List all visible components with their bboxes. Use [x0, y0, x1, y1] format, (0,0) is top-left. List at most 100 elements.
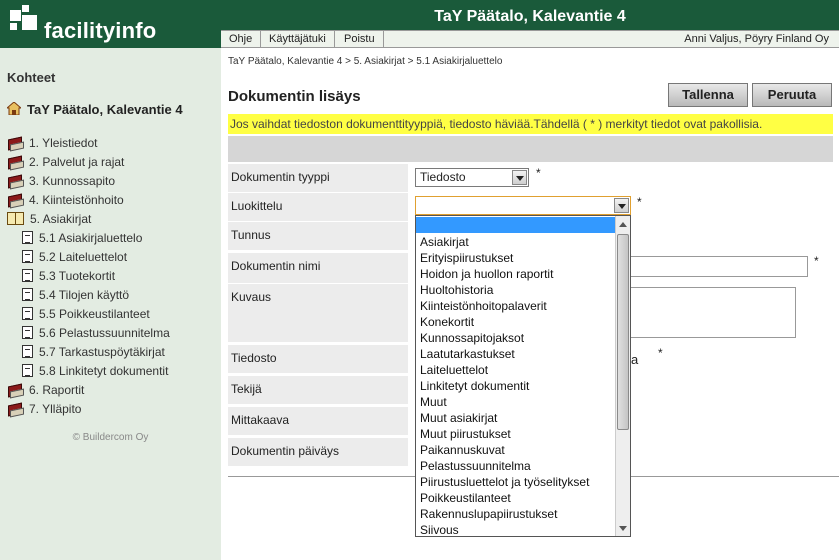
- logo-square-icon: [22, 5, 29, 12]
- dropdown-option[interactable]: Muut asiakirjat: [416, 410, 616, 426]
- sidebar-item-tarkastuspoytakirjat[interactable]: 5.7 Tarkastuspöytäkirjat: [22, 343, 165, 362]
- sidebar-item-poikkeustilanteet[interactable]: 5.5 Poikkeustilanteet: [22, 305, 150, 324]
- menu-support[interactable]: Käyttäjätuki: [261, 31, 335, 48]
- sidebar-item-yllapito[interactable]: 7. Ylläpito: [7, 400, 81, 419]
- sidebar-item-asiakirjaluettelo[interactable]: 5.1 Asiakirjaluettelo: [22, 229, 142, 248]
- dropdown-option-empty[interactable]: [416, 217, 616, 233]
- dropdown-option[interactable]: Piirustusluettelot ja työselitykset: [416, 474, 616, 490]
- sidebar-item-label: 5.3 Tuotekortit: [39, 269, 116, 283]
- dropdown-option[interactable]: Kiinteistönhoitopalaverit: [416, 298, 616, 314]
- dropdown-option[interactable]: Huoltohistoria: [416, 282, 616, 298]
- dropdown-scrollbar[interactable]: [615, 216, 630, 536]
- book-icon: [7, 155, 23, 168]
- dropdown-option[interactable]: Muut: [416, 394, 616, 410]
- breadcrumb: TaY Päätalo, Kalevantie 4 > 5. Asiakirja…: [228, 56, 503, 67]
- brand-name: facilityinfo: [44, 18, 157, 43]
- site-title: TaY Päätalo, Kalevantie 4: [221, 0, 839, 30]
- sidebar-item-label: 5.5 Poikkeustilanteet: [39, 307, 150, 321]
- dropdown-option[interactable]: Paikannuskuvat: [416, 442, 616, 458]
- book-icon: [7, 136, 23, 149]
- document-icon: [22, 307, 33, 320]
- sidebar-item-label: 5.8 Linkitetyt dokumentit: [39, 364, 169, 378]
- dropdown-option[interactable]: Erityispiirustukset: [416, 250, 616, 266]
- sidebar-heading: Kohteet: [7, 70, 56, 85]
- top-menu: Ohje Käyttäjätuki Poistu Anni Valjus, Pö…: [221, 30, 839, 48]
- sidebar-item-linkitetyt[interactable]: 5.8 Linkitetyt dokumentit: [22, 362, 168, 381]
- scroll-up-arrow-icon[interactable]: [619, 222, 627, 227]
- save-button[interactable]: Tallenna: [668, 83, 748, 107]
- required-mark: *: [536, 166, 541, 180]
- file-input-suffix: a: [631, 352, 639, 367]
- warning-message: Jos vaihdat tiedoston dokumenttityyppiä,…: [228, 114, 833, 134]
- dropdown-option[interactable]: Laiteluettelot: [416, 362, 616, 378]
- sidebar-item-label: 5.7 Tarkastuspöytäkirjat: [39, 345, 165, 359]
- name-label: Dokumentin nimi: [228, 253, 408, 283]
- sidebar-item-label: 5.1 Asiakirjaluettelo: [39, 231, 143, 245]
- facilityinfo-logo[interactable]: facilityinfo: [0, 0, 221, 48]
- sidebar-item-asiakirjat[interactable]: 5. Asiakirjat: [7, 210, 91, 229]
- document-icon: [22, 345, 33, 358]
- dropdown-option[interactable]: Poikkeustilanteet: [416, 490, 616, 506]
- header: facilityinfo TaY Päätalo, Kalevantie 4 O…: [0, 0, 839, 48]
- classification-dropdown-list[interactable]: Asiakirjat Erityispiirustukset Hoidon ja…: [415, 215, 631, 537]
- page-title: Dokumentin lisäys: [228, 88, 361, 105]
- form-header-bar: [228, 136, 833, 162]
- sidebar-item-tuotekortit[interactable]: 5.3 Tuotekortit: [22, 267, 115, 286]
- dropdown-option[interactable]: Rakennuslupapiirustukset: [416, 506, 616, 522]
- sidebar-item-palvelut[interactable]: 2. Palvelut ja rajat: [7, 153, 124, 172]
- open-book-icon: [7, 212, 24, 225]
- chevron-down-icon[interactable]: [614, 198, 629, 213]
- house-icon: [5, 101, 23, 116]
- sidebar-item-label: 4. Kiinteistönhoito: [29, 193, 124, 207]
- logo-square-icon: [22, 15, 37, 30]
- scroll-thumb[interactable]: [617, 234, 629, 430]
- user-info: Anni Valjus, Pöyry Finland Oy: [684, 33, 829, 45]
- type-label: Dokumentin tyyppi: [228, 164, 408, 192]
- chevron-down-icon[interactable]: [512, 170, 527, 185]
- sidebar-item-label: 2. Palvelut ja rajat: [29, 155, 125, 169]
- dropdown-option[interactable]: Konekortit: [416, 314, 616, 330]
- dropdown-option[interactable]: Linkitetyt dokumentit: [416, 378, 616, 394]
- file-label: Tiedosto: [228, 345, 408, 373]
- sidebar: Kohteet TaY Päätalo, Kalevantie 4 1. Yle…: [0, 48, 221, 560]
- document-type-select[interactable]: Tiedosto: [415, 168, 529, 187]
- document-icon: [22, 250, 33, 263]
- author-label: Tekijä: [228, 376, 408, 404]
- sidebar-item-label: 5.2 Laiteluettelot: [39, 250, 128, 264]
- dropdown-option[interactable]: Muut piirustukset: [416, 426, 616, 442]
- sidebar-item-tilojen-kaytto[interactable]: 5.4 Tilojen käyttö: [22, 286, 129, 305]
- menu-help[interactable]: Ohje: [221, 31, 262, 48]
- sidebar-item-label: 7. Ylläpito: [29, 402, 82, 416]
- copyright: © Buildercom Oy: [72, 432, 149, 443]
- book-icon: [7, 402, 23, 415]
- document-icon: [22, 326, 33, 339]
- class-label: Luokittelu: [228, 193, 408, 221]
- sidebar-item-kunnossapito[interactable]: 3. Kunnossapito: [7, 172, 115, 191]
- classification-select[interactable]: [415, 196, 631, 215]
- sidebar-item-kiinteistonhoito[interactable]: 4. Kiinteistönhoito: [7, 191, 124, 210]
- sidebar-site-link[interactable]: TaY Päätalo, Kalevantie 4: [5, 101, 183, 117]
- sidebar-item-label: 5.4 Tilojen käyttö: [39, 288, 130, 302]
- sidebar-item-yleistiedot[interactable]: 1. Yleistiedot: [7, 134, 98, 153]
- dropdown-option[interactable]: Asiakirjat: [416, 234, 616, 250]
- sidebar-item-laiteluettelot[interactable]: 5.2 Laiteluettelot: [22, 248, 127, 267]
- document-icon: [22, 231, 33, 244]
- sidebar-item-pelastussuunnitelma[interactable]: 5.6 Pelastussuunnitelma: [22, 324, 170, 343]
- dropdown-option[interactable]: Siivous: [416, 522, 616, 536]
- dropdown-option[interactable]: Pelastussuunnitelma: [416, 458, 616, 474]
- dropdown-option[interactable]: Laatutarkastukset: [416, 346, 616, 362]
- sidebar-site-label: TaY Päätalo, Kalevantie 4: [27, 102, 183, 117]
- sidebar-item-label: 3. Kunnossapito: [29, 174, 116, 188]
- sidebar-item-raportit[interactable]: 6. Raportit: [7, 381, 84, 400]
- document-type-value: Tiedosto: [420, 170, 466, 184]
- document-icon: [22, 364, 33, 377]
- cancel-button[interactable]: Peruuta: [752, 83, 832, 107]
- id-label: Tunnus: [228, 222, 408, 250]
- book-icon: [7, 193, 23, 206]
- scroll-down-arrow-icon[interactable]: [619, 526, 627, 531]
- dropdown-option[interactable]: Hoidon ja huollon raportit: [416, 266, 616, 282]
- dropdown-option[interactable]: Kunnossapitojaksot: [416, 330, 616, 346]
- document-icon: [22, 269, 33, 282]
- menu-logout[interactable]: Poistu: [336, 31, 384, 48]
- required-mark: *: [637, 195, 642, 209]
